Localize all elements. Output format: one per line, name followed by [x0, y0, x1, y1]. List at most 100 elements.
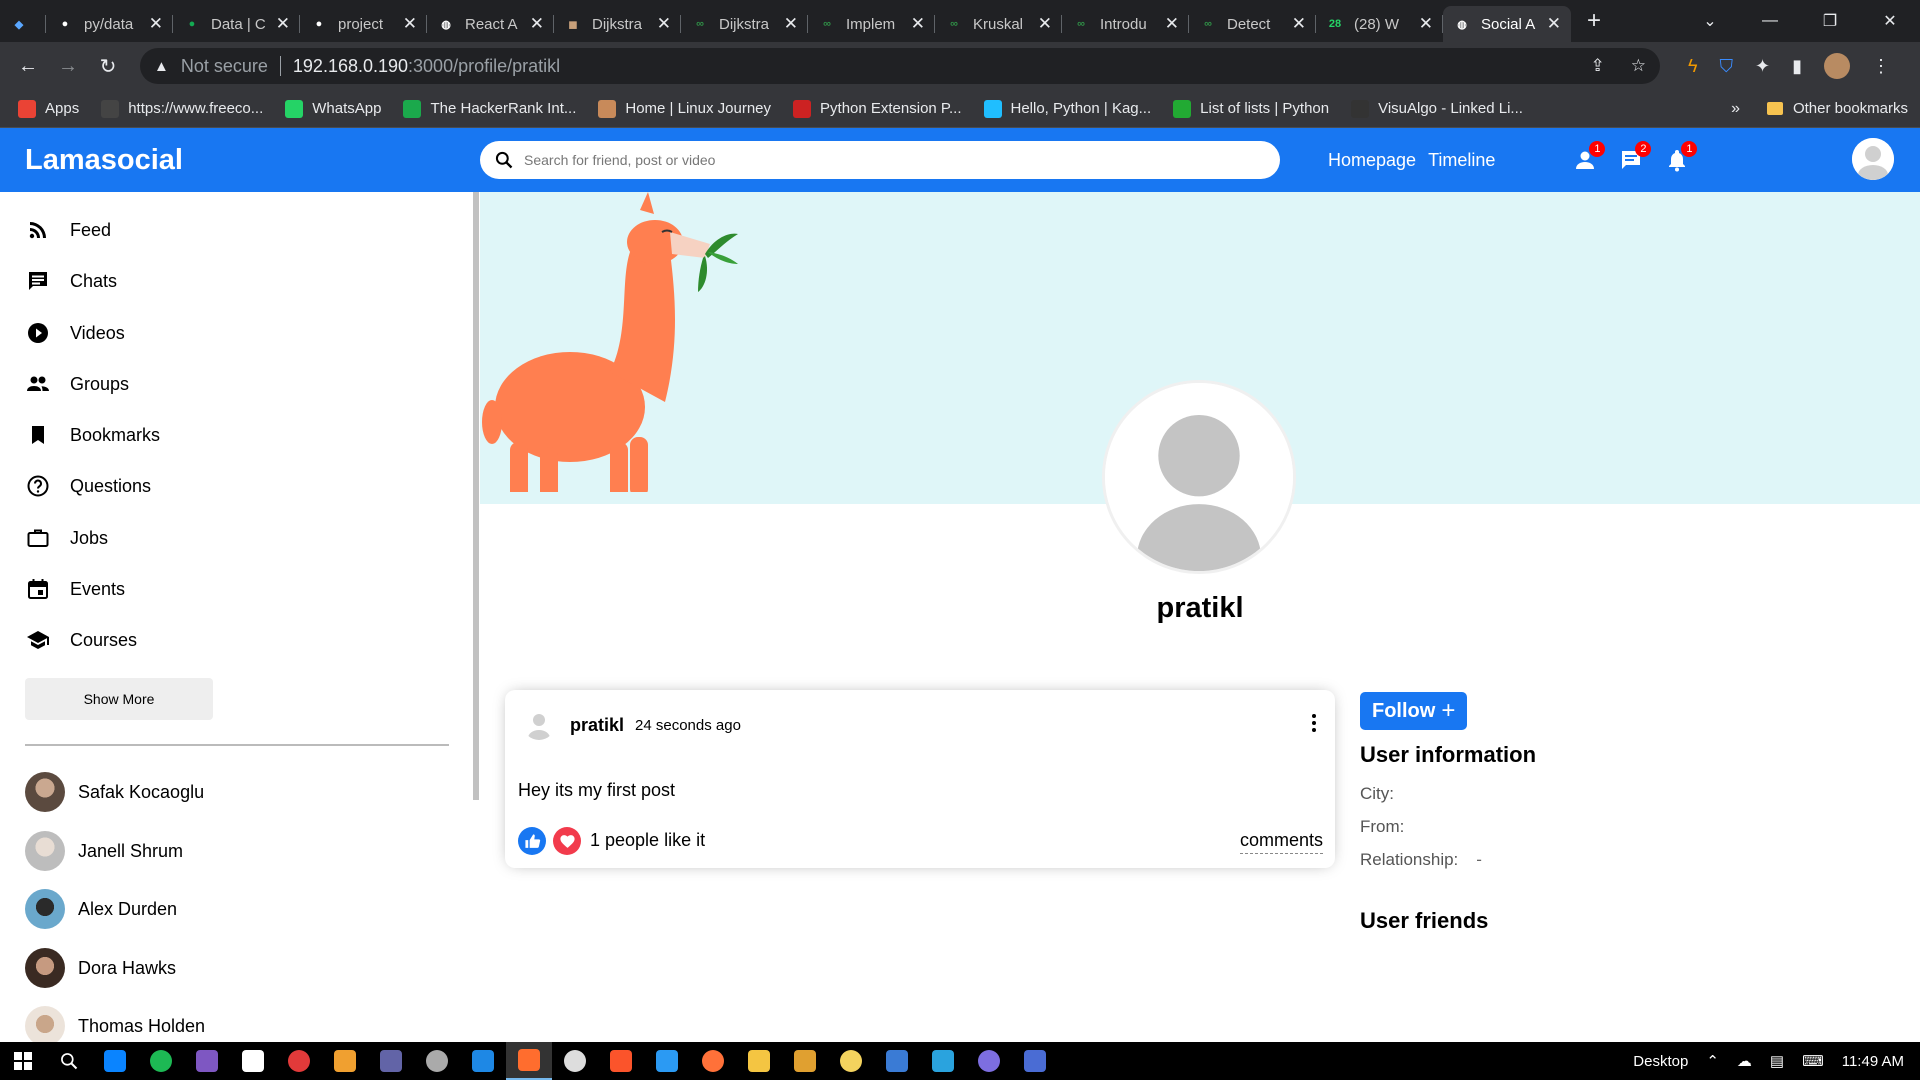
show-more-button[interactable]: Show More: [25, 678, 213, 720]
taskbar-app-icon[interactable]: [460, 1042, 506, 1080]
app-logo[interactable]: Lamasocial: [25, 144, 480, 177]
browser-tab[interactable]: ◆: [0, 6, 46, 42]
taskbar-app-icon[interactable]: [414, 1042, 460, 1080]
tab-close-icon[interactable]: ✕: [1038, 14, 1052, 34]
bookmark-item[interactable]: https://www.freeco...: [101, 99, 263, 118]
back-button[interactable]: ←: [8, 55, 48, 78]
warning-icon[interactable]: ▲: [154, 58, 169, 75]
start-button[interactable]: [0, 1042, 46, 1080]
taskbar-app-icon[interactable]: [138, 1042, 184, 1080]
tab-close-icon[interactable]: ✕: [403, 14, 417, 34]
friend-requests-button[interactable]: 1: [1573, 141, 1606, 172]
bookmark-item[interactable]: Apps: [18, 99, 79, 118]
browser-tab[interactable]: ∞ Kruskal ✕: [935, 6, 1062, 42]
bookmark-item[interactable]: Python Extension P...: [793, 99, 962, 118]
messages-button[interactable]: 2: [1619, 141, 1652, 172]
taskbar-app-icon[interactable]: [598, 1042, 644, 1080]
browser-menu-icon[interactable]: ⋮: [1872, 56, 1890, 77]
browser-tab[interactable]: 28 (28) W ✕: [1316, 6, 1443, 42]
comments-link[interactable]: comments: [1239, 830, 1323, 854]
other-bookmarks[interactable]: Other bookmarks: [1766, 100, 1908, 117]
extension-lightning-icon[interactable]: ϟ: [1688, 56, 1698, 77]
follow-button[interactable]: Follow +: [1360, 692, 1468, 730]
more-vert-icon[interactable]: [1311, 712, 1317, 734]
taskbar-app-icon[interactable]: [644, 1042, 690, 1080]
taskbar-app-icon[interactable]: [828, 1042, 874, 1080]
tab-close-icon[interactable]: ✕: [276, 14, 290, 34]
browser-tab[interactable]: ◼ Dijkstra ✕: [554, 6, 681, 42]
taskbar-app-icon[interactable]: [966, 1042, 1012, 1080]
taskbar-app-icon[interactable]: [230, 1042, 276, 1080]
extension-shield-icon[interactable]: ⛉: [1720, 56, 1734, 77]
taskbar-app-icon[interactable]: [184, 1042, 230, 1080]
taskbar-app-icon[interactable]: [736, 1042, 782, 1080]
browser-tab[interactable]: ∞ Detect ✕: [1189, 6, 1316, 42]
side-panel-icon[interactable]: ▮: [1792, 56, 1802, 77]
taskbar-app-icon[interactable]: [552, 1042, 598, 1080]
timeline-link[interactable]: Timeline: [1428, 150, 1495, 171]
tab-close-icon[interactable]: ✕: [1292, 14, 1306, 34]
post-author-name[interactable]: pratikl: [570, 715, 624, 736]
friend-list-item[interactable]: Janell Shrum: [25, 831, 183, 871]
browser-tab[interactable]: ◍ React A ✕: [427, 6, 554, 42]
sidebar-scrollbar[interactable]: [473, 192, 479, 800]
tab-search-icon[interactable]: ⌄: [1680, 11, 1740, 31]
taskbar-app-icon[interactable]: [368, 1042, 414, 1080]
restore-button[interactable]: ❐: [1800, 11, 1860, 31]
chevron-up-icon[interactable]: ⌃: [1706, 1052, 1719, 1070]
sidebar-item-jobs[interactable]: Jobs: [26, 526, 108, 550]
sidebar-item-chats[interactable]: Chats: [26, 269, 117, 293]
sidebar-item-groups[interactable]: Groups: [26, 372, 129, 396]
user-avatar[interactable]: [1852, 138, 1894, 180]
clock[interactable]: 11:49 AM: [1842, 1053, 1904, 1070]
heart-button[interactable]: [553, 827, 581, 855]
sidebar-item-events[interactable]: Events: [26, 577, 125, 601]
taskbar-app-icon[interactable]: [1012, 1042, 1058, 1080]
browser-tab[interactable]: ◍ Social A ✕: [1443, 6, 1571, 42]
taskbar-app-icon[interactable]: [920, 1042, 966, 1080]
notifications-button[interactable]: 1: [1665, 141, 1698, 172]
new-tab-button[interactable]: +: [1587, 7, 1601, 35]
keyboard-icon[interactable]: ⌨: [1802, 1052, 1824, 1070]
browser-tab[interactable]: ● Data | C ✕: [173, 6, 300, 42]
browser-tab[interactable]: ∞ Introdu ✕: [1062, 6, 1189, 42]
taskbar-app-icon[interactable]: [92, 1042, 138, 1080]
post-author-avatar[interactable]: [523, 708, 555, 740]
bookmark-item[interactable]: List of lists | Python: [1173, 99, 1329, 118]
forward-button[interactable]: →: [48, 55, 88, 78]
tab-close-icon[interactable]: ✕: [1165, 14, 1179, 34]
taskbar-search-icon[interactable]: [46, 1042, 92, 1080]
browser-tab[interactable]: ● py/data ✕: [46, 6, 173, 42]
onedrive-icon[interactable]: ☁: [1737, 1052, 1752, 1070]
tab-close-icon[interactable]: ✕: [1547, 14, 1561, 34]
bookmarks-overflow-button[interactable]: »: [1731, 100, 1740, 118]
profile-avatar[interactable]: [1824, 53, 1851, 79]
sidebar-item-videos[interactable]: Videos: [26, 321, 125, 345]
search-bar[interactable]: [480, 141, 1280, 179]
like-button[interactable]: [518, 827, 546, 855]
action-center-icon[interactable]: ▤: [1770, 1052, 1784, 1070]
reload-button[interactable]: ↻: [88, 54, 128, 79]
sidebar-item-questions[interactable]: Questions: [26, 474, 151, 498]
bookmark-item[interactable]: The HackerRank Int...: [403, 99, 576, 118]
friend-list-item[interactable]: Thomas Holden: [25, 1006, 205, 1042]
bookmark-item[interactable]: Hello, Python | Kag...: [983, 99, 1151, 118]
taskbar-app-icon[interactable]: [782, 1042, 828, 1080]
taskbar-app-icon[interactable]: [322, 1042, 368, 1080]
desktop-toolbar-label[interactable]: Desktop: [1633, 1053, 1688, 1070]
bookmark-item[interactable]: WhatsApp: [285, 99, 381, 118]
friend-list-item[interactable]: Alex Durden: [25, 889, 177, 929]
sidebar-item-bookmarks[interactable]: Bookmarks: [26, 423, 160, 447]
bookmark-star-icon[interactable]: ☆: [1631, 56, 1646, 76]
bookmark-item[interactable]: VisuAlgo - Linked Li...: [1351, 99, 1523, 118]
share-icon[interactable]: ⇪: [1591, 56, 1605, 76]
sidebar-item-feed[interactable]: Feed: [26, 218, 111, 242]
friend-list-item[interactable]: Dora Hawks: [25, 948, 176, 988]
profile-picture[interactable]: [1102, 380, 1296, 574]
extensions-puzzle-icon[interactable]: ✦: [1755, 56, 1770, 77]
minimize-button[interactable]: —: [1740, 12, 1800, 30]
sidebar-item-courses[interactable]: Courses: [26, 628, 137, 652]
taskbar-app-icon[interactable]: [506, 1042, 552, 1080]
tab-close-icon[interactable]: ✕: [784, 14, 798, 34]
tab-close-icon[interactable]: ✕: [657, 14, 671, 34]
